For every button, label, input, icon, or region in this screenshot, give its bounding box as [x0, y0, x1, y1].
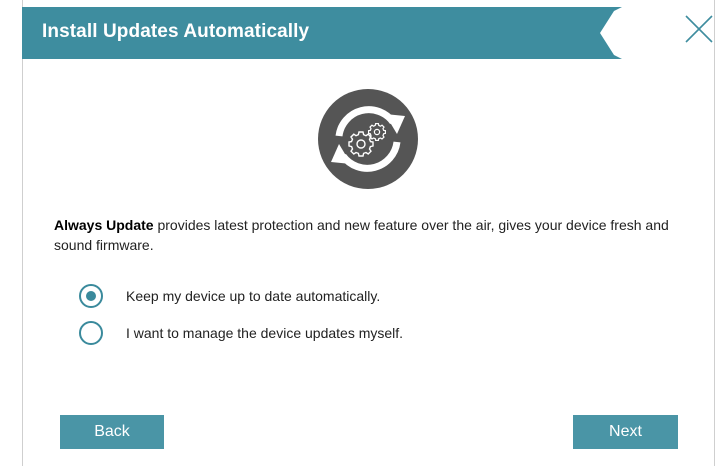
option-auto-update-label: Keep my device up to date automatically.	[126, 288, 381, 304]
back-button[interactable]: Back	[60, 415, 164, 449]
update-gears-icon	[317, 88, 419, 190]
option-auto-update[interactable]: Keep my device up to date automatically.	[79, 284, 499, 312]
radio-auto-update[interactable]	[79, 284, 103, 308]
dialog-header: Install Updates Automatically	[22, 7, 714, 59]
description-text: Always Update provides latest protection…	[54, 215, 684, 255]
dialog-title: Install Updates Automatically	[42, 21, 310, 42]
radio-selected-dot	[86, 291, 96, 301]
description-bold: Always Update	[54, 217, 154, 233]
close-icon	[685, 15, 713, 43]
close-button[interactable]	[683, 13, 715, 45]
option-manual-update-label: I want to manage the device updates myse…	[126, 325, 404, 341]
option-manual-update[interactable]: I want to manage the device updates myse…	[79, 321, 499, 349]
next-button[interactable]: Next	[573, 415, 678, 449]
radio-manual-update[interactable]	[79, 321, 103, 345]
